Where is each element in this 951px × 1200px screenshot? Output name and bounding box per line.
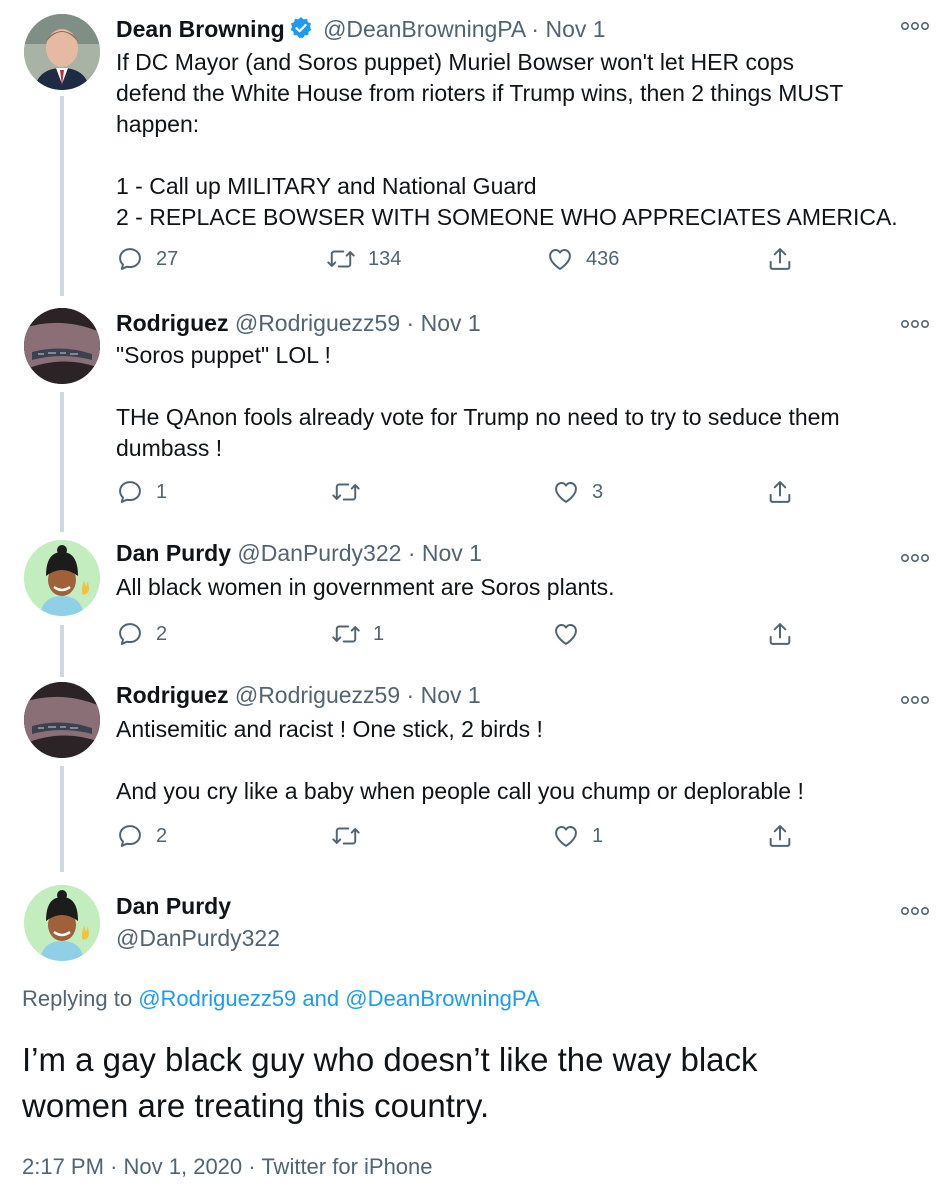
tweet-text: Antisemitic and racist ! One stick, 2 bi… (116, 716, 804, 804)
author-handle[interactable]: @Rodriguezz59 (235, 682, 400, 708)
tweet-source[interactable]: Twitter for iPhone (261, 1154, 432, 1179)
like-button[interactable]: 436 (546, 245, 619, 273)
reply-count: 27 (156, 247, 179, 270)
share-button[interactable] (766, 620, 794, 648)
separator: · (406, 310, 415, 336)
tweet-metadata: 2:17 PM · Nov 1, 2020 · Twitter for iPho… (22, 1154, 433, 1180)
share-button[interactable] (766, 478, 794, 506)
mention-link[interactable]: @DeanBrowningPA (345, 986, 539, 1011)
retweet-count: 1 (373, 622, 385, 645)
retweet-icon (331, 822, 361, 850)
tweet-actions: 27 134 436 (116, 245, 806, 275)
reply-count: 2 (156, 622, 168, 645)
reply-icon (116, 245, 144, 273)
reply-count: 1 (156, 480, 168, 503)
retweet-count: 134 (368, 247, 402, 270)
tweet-text: All black women in government are Soros … (116, 574, 615, 600)
author-name[interactable]: Dan Purdy (116, 540, 231, 566)
more-options-icon[interactable] (900, 316, 929, 334)
reply-button[interactable]: 2 (116, 620, 167, 648)
author-handle[interactable]: @DeanBrowningPA (323, 16, 525, 42)
retweet-button[interactable]: 134 (326, 245, 401, 273)
tweet-header: Rodriguez @Rodriguezz59 · Nov 1 (116, 310, 481, 337)
tweet-time[interactable]: 2:17 PM (22, 1154, 104, 1179)
author-name[interactable]: Dean Browning (116, 16, 285, 42)
tweet-actions: 2 1 (116, 620, 806, 650)
author-handle[interactable]: @DanPurdy322 (237, 540, 401, 566)
retweet-icon (326, 245, 356, 273)
replying-prefix: Replying to (22, 986, 133, 1011)
tweet-date[interactable]: Nov 1 (545, 16, 605, 42)
like-icon (552, 620, 580, 648)
like-icon (552, 822, 580, 850)
reply-icon (116, 822, 144, 850)
retweet-button[interactable] (331, 478, 373, 506)
retweet-icon (331, 478, 361, 506)
tweet-text: "Soros puppet" LOL ! THe QAnon fools alr… (116, 342, 840, 461)
author-handle[interactable]: @Rodriguezz59 (235, 310, 400, 336)
avatar[interactable] (24, 682, 100, 758)
author-name[interactable]: Rodriguez (116, 682, 228, 708)
share-icon (766, 478, 794, 506)
like-count: 3 (592, 480, 604, 503)
like-button[interactable]: 1 (552, 822, 603, 850)
mention-link[interactable]: @Rodriguezz59 (138, 986, 296, 1011)
separator: · (531, 16, 540, 42)
reply-icon (116, 478, 144, 506)
more-options-icon[interactable] (900, 692, 929, 710)
separator: · (110, 1154, 118, 1179)
separator: · (406, 682, 415, 708)
tweet-header: Dan Purdy @DanPurdy322 · Nov 1 (116, 540, 482, 567)
tweet-text: If DC Mayor (and Soros puppet) Muriel Bo… (116, 49, 898, 230)
more-options-icon[interactable] (900, 550, 929, 568)
author-name[interactable]: Rodriguez (116, 310, 228, 336)
tweet-actions: 1 3 (116, 478, 806, 508)
retweet-icon (331, 620, 361, 648)
like-count: 436 (586, 247, 620, 270)
reply-button[interactable]: 2 (116, 822, 167, 850)
avatar[interactable] (24, 308, 100, 384)
reply-button[interactable]: 1 (116, 478, 167, 506)
reply-count: 2 (156, 824, 168, 847)
tweet-header: Rodriguez @Rodriguezz59 · Nov 1 (116, 682, 481, 709)
tweet-actions: 2 1 (116, 822, 806, 852)
author-name[interactable]: Dan Purdy (116, 893, 231, 920)
share-icon (766, 620, 794, 648)
replying-to: Replying to @Rodriguezz59 and @DeanBrown… (22, 986, 540, 1012)
tweet-date[interactable]: Nov 1, 2020 (124, 1154, 243, 1179)
tweet[interactable]: Dean Browning @DeanBrowningPA · Nov 1 If… (0, 0, 951, 300)
tweet[interactable]: Rodriguez @Rodriguezz59 · Nov 1 "Soros p… (0, 302, 951, 534)
more-options-icon[interactable] (900, 903, 929, 921)
share-button[interactable] (766, 245, 794, 273)
like-icon (546, 245, 574, 273)
retweet-button[interactable]: 1 (331, 620, 384, 648)
more-options-icon[interactable] (900, 18, 929, 36)
replying-and[interactable]: and (302, 986, 339, 1011)
reply-icon (116, 620, 144, 648)
like-count: 1 (592, 824, 604, 847)
verified-badge-icon (289, 16, 313, 46)
avatar[interactable] (24, 540, 100, 616)
tweet-header: Dean Browning @DeanBrowningPA · Nov 1 (116, 16, 606, 46)
tweet[interactable]: Rodriguez @Rodriguezz59 · Nov 1 Antisemi… (0, 678, 951, 874)
avatar[interactable] (24, 14, 100, 90)
like-button[interactable] (552, 620, 592, 648)
tweet-text: I’m a gay black guy who doesn’t like the… (22, 1041, 758, 1124)
tweet-date[interactable]: Nov 1 (421, 310, 481, 336)
retweet-button[interactable] (331, 822, 373, 850)
reply-button[interactable]: 27 (116, 245, 178, 273)
tweet[interactable]: Dan Purdy @DanPurdy322 · Nov 1 All black… (0, 536, 951, 676)
share-icon (766, 245, 794, 273)
separator: · (248, 1154, 256, 1179)
share-button[interactable] (766, 822, 794, 850)
share-icon (766, 822, 794, 850)
author-handle[interactable]: @DanPurdy322 (116, 925, 280, 952)
like-icon (552, 478, 580, 506)
like-button[interactable]: 3 (552, 478, 603, 506)
separator: · (407, 540, 416, 566)
tweet-date[interactable]: Nov 1 (421, 682, 481, 708)
avatar[interactable] (24, 885, 100, 961)
tweet-date[interactable]: Nov 1 (422, 540, 482, 566)
